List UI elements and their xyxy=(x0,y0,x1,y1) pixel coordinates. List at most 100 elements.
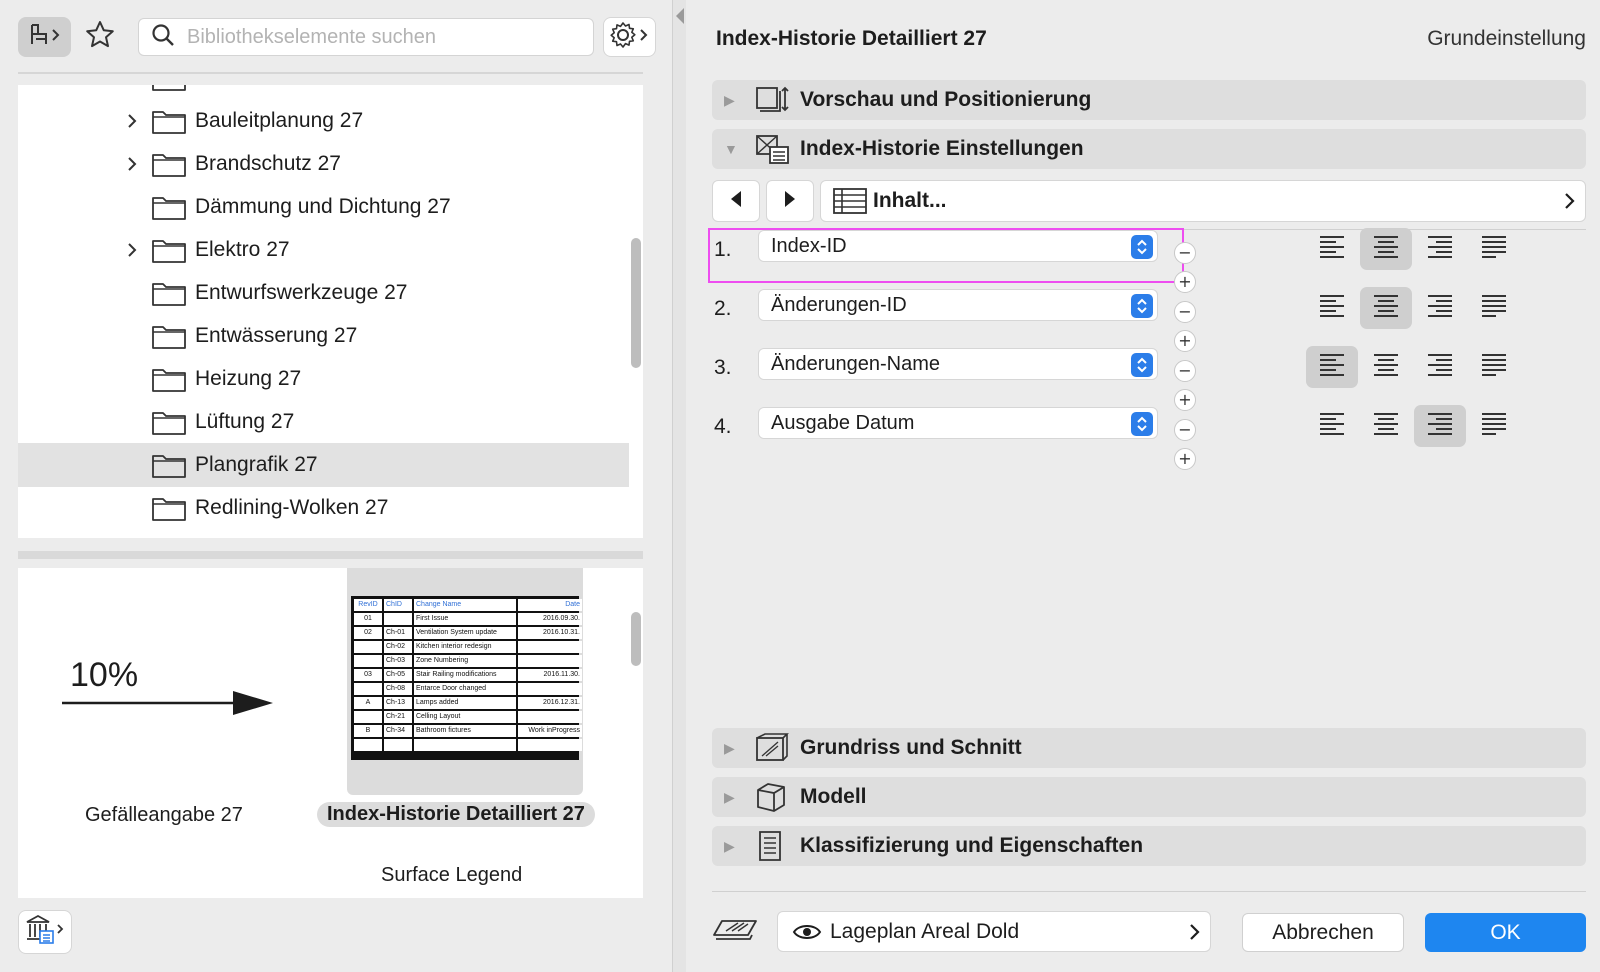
align-center-button[interactable] xyxy=(1360,346,1412,388)
align-right-button[interactable] xyxy=(1414,228,1466,270)
section-floorplan-section[interactable]: ▶ Grundriss und Schnitt xyxy=(712,728,1586,768)
section-preview-positioning[interactable]: ▶ Vorschau und Positionierung xyxy=(712,80,1586,120)
thumbnail-cell: Ch-01 xyxy=(384,627,412,639)
view-mode-button[interactable] xyxy=(18,17,71,57)
folder-item[interactable]: Redlining-Wolken 27 xyxy=(18,486,629,530)
layer-icon xyxy=(712,915,760,952)
folder-item[interactable]: Heizung 27 xyxy=(18,357,629,401)
align-right-icon xyxy=(1427,294,1453,323)
align-justify-button[interactable] xyxy=(1468,287,1520,329)
thumbnail-cell: 01 xyxy=(354,613,382,625)
ok-button[interactable]: OK xyxy=(1425,913,1586,952)
items-scroll-thumb[interactable] xyxy=(631,612,641,666)
folder-item[interactable]: Lüftung 27 xyxy=(18,400,629,444)
align-right-button[interactable] xyxy=(1414,405,1466,447)
align-right-button[interactable] xyxy=(1414,287,1466,329)
layer-selector-button[interactable]: Lageplan Areal Dold xyxy=(777,911,1211,952)
library-browser: Barrierefreiheit 27 Bauleitplanung 27 Bran… xyxy=(0,0,672,972)
thumbnail-row: Ch-02 Kitchen interior redesign xyxy=(353,640,582,654)
content-selector-button[interactable]: Inhalt... xyxy=(820,180,1586,222)
align-center-button[interactable] xyxy=(1360,287,1412,329)
folder-label: Redlining-Wolken 27 xyxy=(195,496,389,519)
section-index-history-settings[interactable]: ▼ Index-Historie Einstellungen xyxy=(712,129,1586,169)
align-justify-button[interactable] xyxy=(1468,405,1520,447)
remove-column-button[interactable]: − xyxy=(1174,419,1196,441)
library-item-caption[interactable]: Gefälleangabe 27 xyxy=(85,804,243,827)
settings-title: Index-Historie Detailliert 27 xyxy=(716,27,987,50)
thumbnail-row: A Ch-13 Lamps added 2016.12.31. xyxy=(353,696,582,710)
folder-item[interactable]: Entwässerung 27 xyxy=(18,314,629,358)
folder-icon xyxy=(152,323,186,355)
highlight-marker xyxy=(708,228,1184,283)
section-classification-properties[interactable]: ▶ Klassifizierung und Eigenschaften xyxy=(712,826,1586,866)
cancel-button[interactable]: Abbrechen xyxy=(1242,913,1404,952)
folder-icon xyxy=(152,237,186,269)
disclosure-right-icon: ▶ xyxy=(724,91,735,108)
thumbnail-cell: Celling Layout xyxy=(414,711,516,723)
thumbnail-cell: Ch-13 xyxy=(384,697,412,709)
items-scrollbar[interactable] xyxy=(629,568,643,898)
remove-column-button[interactable]: − xyxy=(1174,242,1196,264)
previous-page-button[interactable] xyxy=(712,180,760,222)
thumbnail-cell xyxy=(518,739,582,751)
content-label: Inhalt... xyxy=(873,189,947,212)
thumbnail-row: 01 First Issue 2016.09.30. xyxy=(353,612,582,626)
search-input[interactable] xyxy=(187,25,593,49)
section-model[interactable]: ▶ Modell xyxy=(712,777,1586,817)
align-justify-button[interactable] xyxy=(1468,346,1520,388)
chevron-right-icon[interactable] xyxy=(124,228,140,272)
library-manager-icon xyxy=(23,912,67,953)
align-right-button[interactable] xyxy=(1414,346,1466,388)
folder-item[interactable]: Entwurfswerkzeuge 27 xyxy=(18,271,629,315)
library-item-caption[interactable]: Surface Legend xyxy=(381,864,522,887)
thumbnail-cell: Stair Railing modifications xyxy=(414,669,516,681)
collapse-arrow-icon[interactable] xyxy=(676,8,684,24)
align-justify-button[interactable] xyxy=(1468,228,1520,270)
tree-scrollbar[interactable] xyxy=(629,85,643,538)
align-left-button[interactable] xyxy=(1306,287,1358,329)
index-history-thumbnail[interactable]: RevID ChID Change Name Date 01 First Issue 201… xyxy=(347,568,583,795)
table-icon xyxy=(833,188,867,219)
next-page-button[interactable] xyxy=(766,180,814,222)
thumbnail-cell: Bathroom fictures xyxy=(414,725,516,737)
folder-item[interactable]: Elektro 27 xyxy=(18,228,629,272)
library-item-caption-selected[interactable]: Index-Historie Detailliert 27 xyxy=(317,802,595,827)
slope-symbol-thumbnail[interactable]: 10% xyxy=(58,648,298,738)
library-manager-button[interactable] xyxy=(18,910,72,954)
align-center-button[interactable] xyxy=(1360,228,1412,270)
library-dialog: Barrierefreiheit 27 Bauleitplanung 27 Bran… xyxy=(0,0,1600,972)
updown-chevron-icon xyxy=(1131,294,1153,318)
align-center-icon xyxy=(1373,235,1399,264)
preset-label[interactable]: Grundeinstellung xyxy=(1427,27,1586,51)
folder-label: Lüftung 27 xyxy=(195,410,295,433)
column-select[interactable]: Änderungen-ID xyxy=(758,289,1158,321)
floorplan-section-icon xyxy=(754,732,790,769)
column-select[interactable]: Änderungen-Name xyxy=(758,348,1158,380)
library-settings-button[interactable] xyxy=(603,17,656,57)
align-left-button[interactable] xyxy=(1306,228,1358,270)
updown-chevron-icon xyxy=(1131,353,1153,377)
chevron-right-icon[interactable] xyxy=(124,142,140,186)
thumbnail-cell: 2016.11.30. xyxy=(518,669,582,681)
folder-item[interactable]: Plangrafik 27 xyxy=(18,443,629,487)
column-select[interactable]: Ausgabe Datum xyxy=(758,407,1158,439)
tree-scroll-thumb[interactable] xyxy=(631,238,641,368)
folder-item[interactable]: Bauleitplanung 27 xyxy=(18,99,629,143)
add-column-button[interactable]: + xyxy=(1174,330,1196,352)
panel-divider[interactable] xyxy=(672,0,686,972)
align-left-button[interactable] xyxy=(1306,405,1358,447)
remove-column-button[interactable]: − xyxy=(1174,301,1196,323)
add-column-button[interactable]: + xyxy=(1174,389,1196,411)
add-column-button[interactable]: + xyxy=(1174,448,1196,470)
chevron-right-icon[interactable] xyxy=(124,99,140,143)
remove-column-button[interactable]: − xyxy=(1174,360,1196,382)
folder-item[interactable]: Barrierefreiheit 27 xyxy=(18,85,629,100)
add-column-button[interactable]: + xyxy=(1174,271,1196,293)
folder-item[interactable]: Dämmung und Dichtung 27 xyxy=(18,185,629,229)
align-center-button[interactable] xyxy=(1360,405,1412,447)
align-left-button[interactable] xyxy=(1306,346,1358,388)
folder-item[interactable]: Brandschutz 27 xyxy=(18,142,629,186)
folder-label: Brandschutz 27 xyxy=(195,152,341,175)
favorites-button[interactable] xyxy=(80,17,120,57)
panel-splitter[interactable] xyxy=(18,551,643,559)
